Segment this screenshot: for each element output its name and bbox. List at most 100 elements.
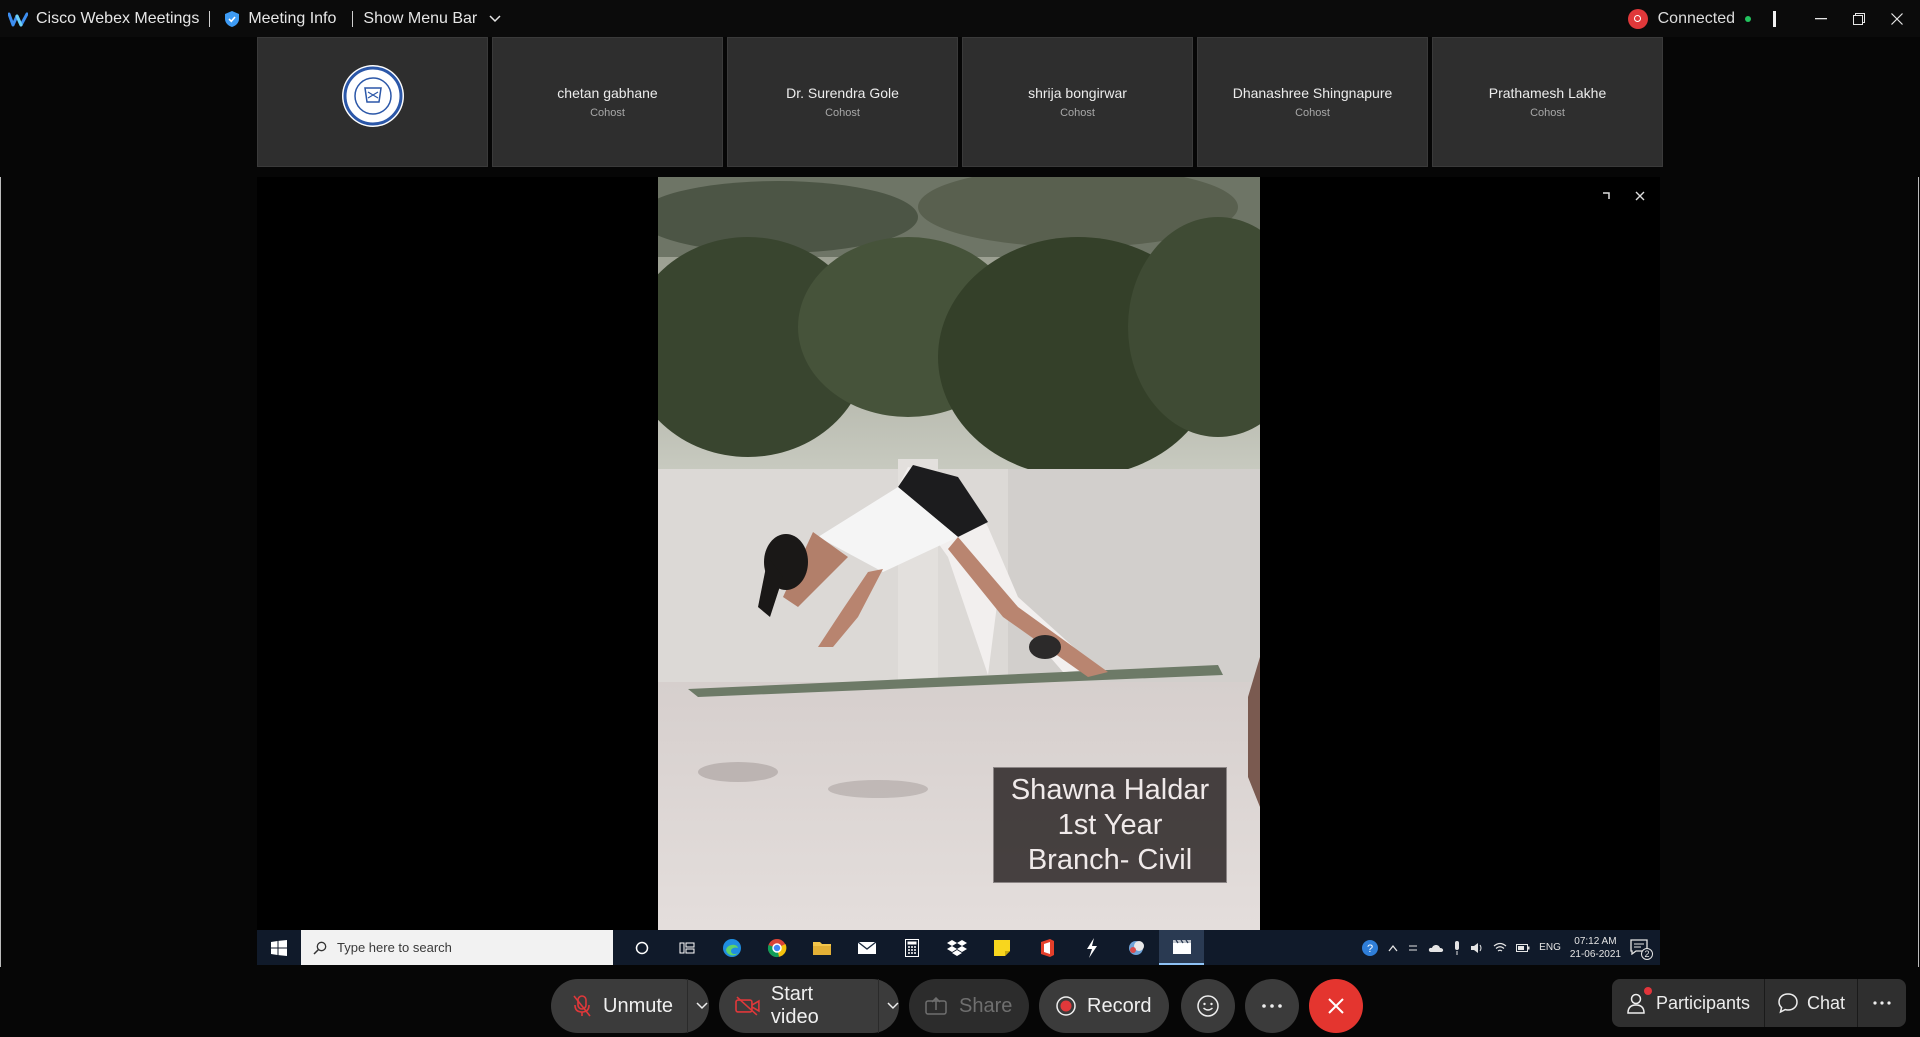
expand-icon <box>1603 192 1610 199</box>
power-automate-icon <box>1069 930 1114 965</box>
sticky-notes-icon <box>979 930 1024 965</box>
start-video-label: Start video <box>770 983 819 1028</box>
participants-icon <box>1627 993 1645 1014</box>
system-tray: ? ENG 07:12 AM 21-06-2021 2 <box>1361 930 1660 965</box>
participant-tile-logo[interactable] <box>257 37 488 167</box>
file-explorer-icon <box>799 930 844 965</box>
network-sync-icon <box>1409 945 1418 950</box>
meeting-controls: Unmute Start video Share Record Particip… <box>0 975 1920 1037</box>
more-dots-icon <box>1262 1004 1282 1008</box>
share-button[interactable]: Share <box>909 979 1029 1033</box>
participants-alert-badge <box>1644 987 1652 995</box>
connection-status: Connected <box>1657 9 1735 27</box>
wifi-icon <box>1493 942 1507 951</box>
windows-start-button <box>257 930 301 965</box>
volume-icon <box>1471 942 1482 953</box>
notification-count-badge: 2 <box>1641 947 1653 960</box>
participant-role: Cohost <box>1060 107 1095 119</box>
chat-button[interactable]: Chat <box>1765 979 1857 1027</box>
participant-tile[interactable]: chetan gabhane Cohost <box>492 37 723 167</box>
caption-year: 1st Year <box>1057 808 1163 841</box>
emoji-reaction-icon <box>1197 995 1219 1017</box>
close-window-button[interactable] <box>1878 0 1916 37</box>
mail-icon <box>844 930 889 965</box>
panel-buttons-group: Participants Chat <box>1612 979 1906 1027</box>
photos-icon <box>1114 930 1159 965</box>
share-label: Share <box>959 994 1013 1017</box>
window-edge <box>1918 177 1919 967</box>
more-dots-icon <box>1873 1001 1891 1005</box>
divider <box>1773 10 1776 27</box>
show-menu-bar-button[interactable]: Show Menu Bar <box>363 10 501 28</box>
recording-indicator-icon <box>1627 8 1648 29</box>
chrome-icon <box>754 930 799 965</box>
webex-logo-icon <box>8 12 28 26</box>
minimize-button[interactable] <box>1802 0 1840 37</box>
divider <box>209 10 211 27</box>
participants-button[interactable]: Participants <box>1612 979 1764 1027</box>
close-share-button[interactable] <box>1627 185 1653 207</box>
participant-tile[interactable]: shrija bongirwar Cohost <box>962 37 1193 167</box>
close-icon <box>1635 191 1645 201</box>
svg-text:?: ? <box>1367 943 1373 955</box>
participant-role: Cohost <box>825 107 860 119</box>
expand-share-button[interactable] <box>1593 185 1619 207</box>
more-panels-button[interactable] <box>1858 979 1906 1027</box>
divider <box>352 10 354 27</box>
participant-name: chetan gabhane <box>557 85 658 101</box>
office-icon <box>1024 930 1069 965</box>
taskbar-search-placeholder: Type here to search <box>337 940 452 955</box>
restore-button[interactable] <box>1840 0 1878 37</box>
college-logo <box>341 65 404 127</box>
participant-tile[interactable]: Dhanashree Shingnapure Cohost <box>1197 37 1428 167</box>
app-title: Cisco Webex Meetings <box>36 9 200 27</box>
chevron-down-icon[interactable] <box>696 1002 708 1010</box>
meeting-info-label: Meeting Info <box>248 9 337 27</box>
shield-icon <box>225 10 240 27</box>
chevron-up-icon <box>1388 944 1398 951</box>
keyboard-language: ENG <box>1539 942 1561 953</box>
video-caption: Shawna Haldar 1st Year Branch- Civil <box>993 767 1227 883</box>
minimize-icon <box>1815 17 1827 19</box>
participant-name: Prathamesh Lakhe <box>1488 85 1607 101</box>
show-menu-bar-label: Show Menu Bar <box>363 9 478 27</box>
start-video-button[interactable]: Start video <box>719 979 899 1033</box>
shared-video: Shawna Haldar 1st Year Branch- Civil <box>658 177 1260 930</box>
video-editor-icon <box>1159 930 1204 965</box>
end-meeting-button[interactable] <box>1309 979 1363 1033</box>
participant-tile[interactable]: Dr. Surendra Gole Cohost <box>727 37 958 167</box>
search-icon <box>313 941 327 955</box>
reactions-button[interactable] <box>1181 979 1235 1033</box>
task-view-icon <box>664 930 709 965</box>
record-icon <box>1056 996 1076 1016</box>
more-options-button[interactable] <box>1245 979 1299 1033</box>
taskbar-search-box: Type here to search <box>301 930 613 965</box>
record-button[interactable]: Record <box>1039 979 1169 1033</box>
title-bar: Cisco Webex Meetings Meeting Info Show M… <box>0 0 1920 37</box>
microphone-muted-icon <box>573 995 591 1017</box>
dropbox-icon <box>934 930 979 965</box>
participant-name: Dr. Surendra Gole <box>786 85 899 101</box>
onedrive-icon <box>1429 944 1444 952</box>
chat-label: Chat <box>1807 992 1846 1013</box>
edge-browser-icon <box>709 930 754 965</box>
window-edge <box>0 177 1 967</box>
participant-tile[interactable]: Prathamesh Lakhe Cohost <box>1432 37 1663 167</box>
windows-logo-icon <box>271 939 287 956</box>
unmute-button[interactable]: Unmute <box>551 979 709 1033</box>
clock-date: 21-06-2021 <box>1569 948 1621 960</box>
close-icon <box>1891 12 1903 25</box>
meeting-info-button[interactable]: Meeting Info <box>224 10 336 28</box>
participant-filmstrip: chetan gabhane Cohost Dr. Surendra Gole … <box>257 37 1663 167</box>
chevron-down-icon[interactable] <box>887 1002 899 1010</box>
shared-content-stage: Shawna Haldar 1st Year Branch- Civil Typ… <box>257 177 1660 965</box>
taskbar-app-icons <box>619 930 1204 965</box>
battery-icon <box>1516 943 1530 952</box>
video-off-icon <box>735 996 760 1016</box>
notification-center-icon: 2 <box>1630 938 1653 960</box>
chat-icon <box>1778 993 1798 1014</box>
chevron-down-icon <box>489 14 501 22</box>
participant-role: Cohost <box>1530 107 1565 119</box>
shared-screen-taskbar: Type here to search ? ENG 07:12 AM 21-06… <box>257 930 1660 965</box>
participants-label: Participants <box>1656 992 1751 1013</box>
